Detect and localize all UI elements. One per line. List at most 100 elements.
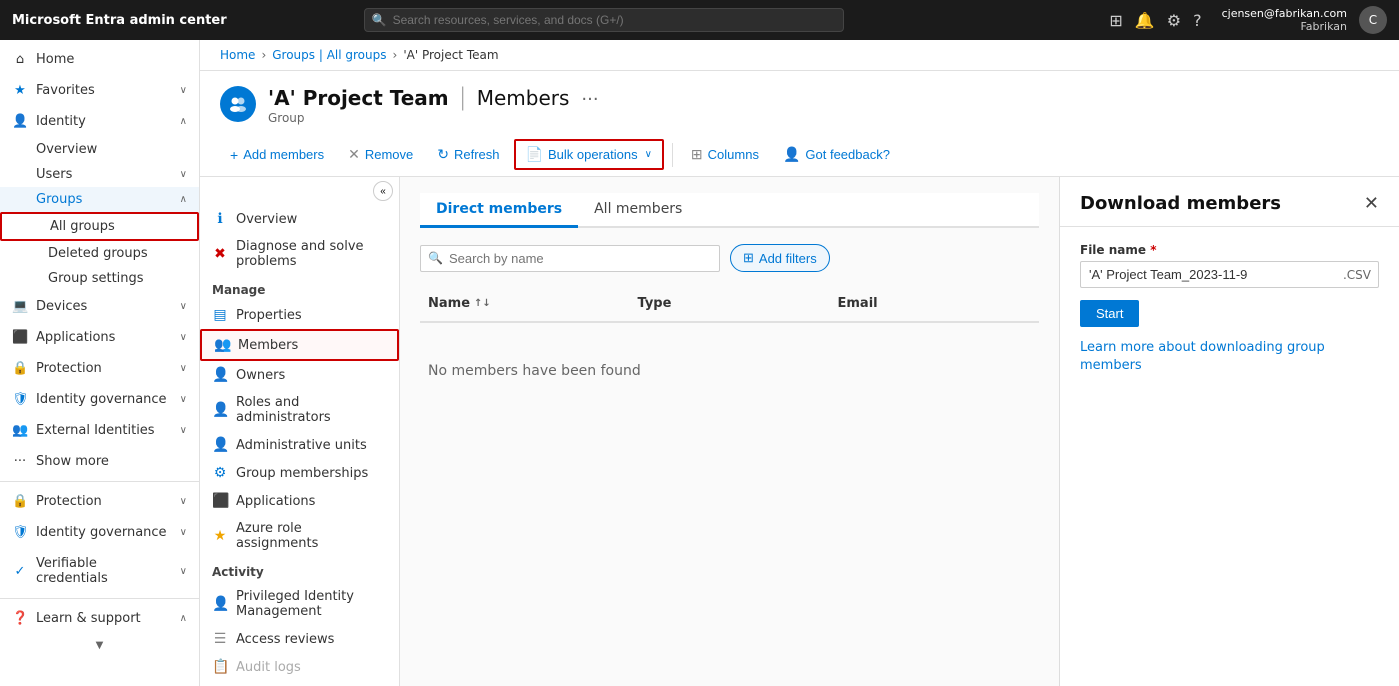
feedback-icon: 👤 bbox=[783, 146, 800, 163]
search-container: 🔍 bbox=[364, 8, 844, 32]
bulk-ops-chevron: ∨ bbox=[645, 149, 652, 160]
sidebar-item-learn-support[interactable]: ❓ Learn & support ∧ bbox=[0, 603, 199, 634]
tab-all-members[interactable]: All members bbox=[578, 193, 698, 228]
got-feedback-button[interactable]: 👤 Got feedback? bbox=[773, 141, 900, 168]
sidebar-item-identity[interactable]: 👤 Identity ∧ bbox=[0, 106, 199, 137]
start-button[interactable]: Start bbox=[1080, 300, 1139, 327]
sidebar-item-home[interactable]: ⌂ Home bbox=[0, 44, 199, 75]
table-header: Name ↑↓ Type Email bbox=[420, 286, 1039, 323]
sidebar-item-protection[interactable]: 🔒 Protection ∨ bbox=[0, 353, 199, 384]
member-search-input[interactable] bbox=[420, 245, 720, 272]
azure-role-icon: ★ bbox=[212, 528, 228, 544]
sidebar-item-identity-governance-section[interactable]: 🛡 Identity governance ∨ bbox=[0, 517, 199, 548]
access-reviews-icon: ☰ bbox=[212, 631, 228, 647]
audit-logs-icon: 📋 bbox=[212, 659, 228, 675]
sidebar-sub-item-users[interactable]: Users ∨ bbox=[0, 162, 199, 187]
left-nav-bulk-operation-results[interactable]: 👥 Bulk operation results bbox=[200, 681, 399, 686]
left-nav-privileged-identity[interactable]: 👤 Privileged Identity Management bbox=[200, 583, 399, 625]
right-panel-title: Download members bbox=[1080, 193, 1281, 214]
more-icon: ··· bbox=[12, 454, 28, 469]
sidebar-item-show-more[interactable]: ··· Show more bbox=[0, 446, 199, 477]
file-name-input-wrap: .CSV bbox=[1080, 261, 1379, 288]
filter-icon: ⊞ bbox=[743, 250, 754, 266]
bell-icon[interactable]: 🔔 bbox=[1135, 11, 1155, 30]
search-box-icon: 🔍 bbox=[428, 251, 443, 265]
left-nav-applications[interactable]: ⬛ Applications bbox=[200, 487, 399, 515]
help-icon[interactable]: ? bbox=[1193, 11, 1202, 30]
tab-direct-members[interactable]: Direct members bbox=[420, 193, 578, 228]
left-nav-audit-logs[interactable]: 📋 Audit logs bbox=[200, 653, 399, 681]
sidebar-item-applications[interactable]: ⬛ Applications ∨ bbox=[0, 322, 199, 353]
devices-chevron: ∨ bbox=[180, 301, 187, 312]
sidebar-sub-item-overview[interactable]: Overview bbox=[0, 137, 199, 162]
identity-governance-chevron: ∨ bbox=[180, 394, 187, 405]
col-header-type: Type bbox=[630, 292, 830, 315]
page-header-text: 'A' Project Team | Members ··· Group bbox=[268, 83, 599, 125]
settings-icon[interactable]: ⚙ bbox=[1167, 11, 1181, 30]
sidebar-sub-item-groups[interactable]: Groups ∧ bbox=[0, 187, 199, 212]
left-nav-properties[interactable]: ▤ Properties bbox=[200, 301, 399, 329]
add-filters-button[interactable]: ⊞ Add filters bbox=[730, 244, 830, 272]
user-avatar[interactable]: C bbox=[1359, 6, 1387, 34]
breadcrumb-groups[interactable]: Groups | All groups bbox=[272, 48, 386, 62]
left-nav-owners[interactable]: 👤 Owners bbox=[200, 361, 399, 389]
refresh-button[interactable]: ↻ Refresh bbox=[427, 141, 509, 168]
remove-button[interactable]: ✕ Remove bbox=[338, 141, 423, 168]
applications-chevron: ∨ bbox=[180, 332, 187, 343]
left-nav-roles-admin[interactable]: 👤 Roles and administrators bbox=[200, 389, 399, 431]
file-name-field: File name * .CSV bbox=[1080, 243, 1379, 288]
columns-icon: ⊞ bbox=[691, 146, 703, 163]
portal-icon[interactable]: ⊞ bbox=[1109, 11, 1122, 30]
left-nav-activity-section: Activity bbox=[200, 557, 399, 583]
nav-collapse-button[interactable]: « bbox=[373, 181, 393, 201]
breadcrumb: Home › Groups | All groups › 'A' Project… bbox=[200, 40, 1399, 71]
breadcrumb-home[interactable]: Home bbox=[220, 48, 255, 62]
roles-icon: 👤 bbox=[212, 402, 228, 418]
columns-button[interactable]: ⊞ Columns bbox=[681, 141, 769, 168]
sidebar-scroll-bottom[interactable]: ▼ bbox=[0, 634, 199, 657]
sidebar-divider-2 bbox=[0, 598, 199, 599]
topbar-user-info: cjensen@fabrikan.com Fabrikan bbox=[1222, 7, 1347, 33]
applications-icon: ⬛ bbox=[12, 330, 28, 345]
left-nav-manage-section: Manage bbox=[200, 275, 399, 301]
sidebar-item-protection-section[interactable]: 🔒 Protection ∨ bbox=[0, 486, 199, 517]
add-members-button[interactable]: + Add members bbox=[220, 142, 334, 168]
global-search-input[interactable] bbox=[364, 8, 844, 32]
page-header-icon bbox=[220, 86, 256, 122]
sidebar-item-favorites[interactable]: ★ Favorites ∨ bbox=[0, 75, 199, 106]
sidebar-sub-item-all-groups[interactable]: All groups bbox=[0, 212, 199, 241]
sidebar-sub-item-deleted-groups[interactable]: Deleted groups bbox=[0, 241, 199, 266]
col-header-name[interactable]: Name ↑↓ bbox=[420, 292, 630, 315]
protection-chevron: ∨ bbox=[180, 363, 187, 374]
sidebar-item-verifiable-credentials[interactable]: ✓ Verifiable credentials ∨ bbox=[0, 548, 199, 594]
file-name-input[interactable] bbox=[1080, 261, 1379, 288]
left-nav-diagnose[interactable]: ✖ Diagnose and solve problems bbox=[200, 233, 399, 275]
topbar: Microsoft Entra admin center 🔍 ⊞ 🔔 ⚙ ? c… bbox=[0, 0, 1399, 40]
learn-more-link[interactable]: Learn more about downloading group membe… bbox=[1080, 339, 1379, 375]
sidebar-item-external-identities[interactable]: 👥 External Identities ∨ bbox=[0, 415, 199, 446]
main-inner: Direct members All members 🔍 ⊞ Add filte… bbox=[400, 177, 1059, 686]
users-chevron: ∨ bbox=[180, 169, 187, 180]
left-nav-access-reviews[interactable]: ☰ Access reviews bbox=[200, 625, 399, 653]
bulk-operations-button[interactable]: 📄 Bulk operations ∨ bbox=[514, 139, 664, 170]
left-nav-azure-role[interactable]: ★ Azure role assignments bbox=[200, 515, 399, 557]
left-nav-admin-units[interactable]: 👤 Administrative units bbox=[200, 431, 399, 459]
page-subtitle: Group bbox=[268, 111, 599, 125]
left-nav-members[interactable]: 👥 Members bbox=[200, 329, 399, 361]
external-identities-chevron: ∨ bbox=[180, 425, 187, 436]
groups-chevron: ∧ bbox=[180, 194, 187, 205]
protection-section-icon: 🔒 bbox=[12, 494, 28, 509]
applications-nav-icon: ⬛ bbox=[212, 493, 228, 509]
page-header-more-btn[interactable]: ··· bbox=[581, 89, 598, 110]
right-panel-close-button[interactable]: ✕ bbox=[1364, 193, 1379, 214]
sidebar-item-identity-governance[interactable]: 🛡 Identity governance ∨ bbox=[0, 384, 199, 415]
left-nav-overview[interactable]: ℹ Overview bbox=[200, 205, 399, 233]
breadcrumb-sep-2: › bbox=[393, 48, 398, 62]
file-suffix: .CSV bbox=[1343, 268, 1371, 282]
main-layout: ⌂ Home ★ Favorites ∨ 👤 Identity ∧ Overvi… bbox=[0, 40, 1399, 686]
privileged-identity-icon: 👤 bbox=[212, 596, 228, 612]
sidebar-item-devices[interactable]: 💻 Devices ∨ bbox=[0, 291, 199, 322]
sidebar-sub-item-group-settings[interactable]: Group settings bbox=[0, 266, 199, 291]
group-memberships-icon: ⚙ bbox=[212, 465, 228, 481]
left-nav-group-memberships[interactable]: ⚙ Group memberships bbox=[200, 459, 399, 487]
